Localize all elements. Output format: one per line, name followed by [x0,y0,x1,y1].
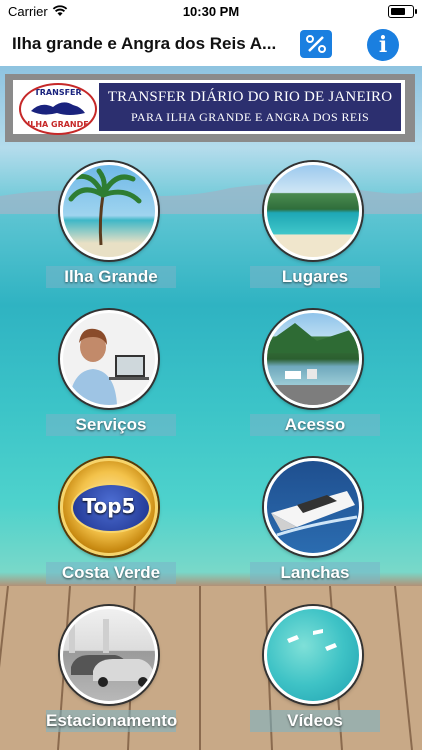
tile-acesso[interactable]: Acesso [250,310,380,450]
tile-label: Ilha Grande [46,266,176,288]
status-bar: Carrier 10:30 PM [0,0,422,24]
harbor-image [264,310,362,408]
palm-tree-icon [68,168,142,246]
banner-line-1: TRANSFER DIÁRIO DO RIO DE JANEIRO [107,89,393,105]
tile-costa-verde[interactable]: Top5 Costa Verde [46,458,176,598]
operator-image [60,310,158,408]
parking-image [60,606,158,704]
tile-servicos[interactable]: Serviços [46,310,176,450]
coastline-image [264,162,362,260]
banner-text: TRANSFER DIÁRIO DO RIO DE JANEIRO PARA I… [99,83,401,131]
main-content: TRANSFER ILHA GRANDE TRANSFER DIÁRIO DO … [0,66,422,750]
parking-icon [69,619,153,687]
tile-videos[interactable]: Vídeos [250,606,380,746]
percent-icon [306,35,326,53]
operator-icon [69,328,149,405]
tile-label: Vídeos [250,710,380,732]
top5-label: Top5 [82,494,136,518]
banner-line-2: PARA ILHA GRANDE E ANGRA DOS REIS [130,110,370,124]
battery-icon [388,5,417,18]
harbor-icon [267,323,359,405]
logo-bottom-text: ILHA GRANDE [27,120,89,129]
yacht-image [264,458,362,556]
tile-label: Costa Verde [46,562,176,584]
logo-top-text: TRANSFER [34,88,82,97]
tile-label: Acesso [250,414,380,436]
tile-label: Serviços [46,414,176,436]
tile-lanchas[interactable]: Lanchas [250,458,380,598]
info-button[interactable]: i [367,29,399,61]
tile-ilha-grande[interactable]: Ilha Grande [46,162,176,302]
top5-badge-image: Top5 [60,458,158,556]
page-title: Ilha grande e Angra dos Reis A... [12,34,277,53]
island-icon [31,102,85,115]
tile-label: Estacionamento [46,710,178,732]
transfer-logo: TRANSFER ILHA GRANDE [19,83,97,135]
clock: 10:30 PM [182,4,240,19]
header-banner: TRANSFER ILHA GRANDE TRANSFER DIÁRIO DO … [13,80,405,135]
tile-label: Lugares [250,266,380,288]
info-icon: i [378,32,388,58]
palm-beach-image [60,162,158,260]
tile-lugares[interactable]: Lugares [250,162,380,302]
tile-estacionamento[interactable]: Estacionamento [46,606,178,746]
tile-label: Lanchas [250,562,380,584]
aerial-sea-image [264,606,362,704]
yacht-icon [271,491,358,537]
navigation-bar: Ilha grande e Angra dos Reis A... i [0,24,422,67]
boats-icon [287,629,337,651]
percent-button[interactable] [300,30,332,58]
